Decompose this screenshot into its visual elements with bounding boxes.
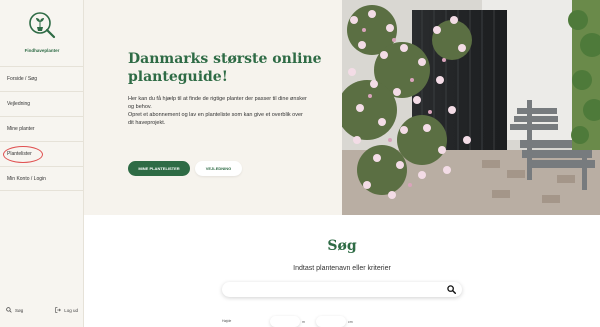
sidebar-search-label: Søg bbox=[15, 307, 24, 313]
height-filter-label: Højde bbox=[222, 319, 232, 323]
hero-title: Danmarks største online planteguide! bbox=[128, 51, 322, 85]
height-min-field[interactable] bbox=[270, 316, 300, 327]
search-title: Søg bbox=[327, 238, 357, 254]
sidebar-item-mine-planter[interactable]: Mine planter bbox=[0, 116, 84, 141]
search-icon[interactable] bbox=[447, 285, 456, 294]
height-max-field[interactable] bbox=[316, 316, 346, 327]
sidebar-item-label: Forside / Søg bbox=[7, 76, 38, 82]
logout-icon bbox=[55, 307, 62, 313]
sidebar-search-button[interactable]: Søg bbox=[6, 307, 23, 313]
sidebar-nav: Forside / Søg Vejledning Mine planter Pl… bbox=[0, 66, 84, 191]
sidebar-bottom: Søg Log ud bbox=[0, 305, 84, 317]
sidebar-item-vejledning[interactable]: Vejledning bbox=[0, 91, 84, 116]
hero-section: Danmarks største online planteguide! Her… bbox=[84, 0, 342, 215]
hero-text: Her kan du få hjælp til at finde de rigt… bbox=[128, 95, 308, 127]
sidebar-item-plantelister[interactable]: Plantelister bbox=[0, 141, 84, 166]
logo[interactable]: Findhaveplanter bbox=[0, 10, 84, 53]
sidebar: Findhaveplanter Forside / Søg Vejledning… bbox=[0, 0, 84, 327]
sidebar-item-label: Mine planter bbox=[7, 126, 35, 132]
logout-label: Log ud bbox=[64, 307, 78, 313]
sidebar-item-min-konto[interactable]: Min Konto / Login bbox=[0, 166, 84, 191]
plant-logo-icon bbox=[29, 12, 56, 39]
hero-paragraph-2: Opret et abonnement og lav en plantelist… bbox=[128, 112, 303, 126]
logo-text: Findhaveplanter bbox=[24, 48, 60, 53]
search-section: Søg Indtast plantenavn eller kriterier H… bbox=[84, 215, 600, 327]
sidebar-item-label: Min Konto / Login bbox=[7, 176, 46, 182]
filter-row: Højde m cm bbox=[222, 316, 462, 327]
highlight-ring bbox=[3, 146, 43, 163]
logout-button[interactable]: Log ud bbox=[55, 307, 78, 313]
hero-paragraph-1: Her kan du få hjælp til at finde de rigt… bbox=[128, 96, 307, 110]
search-box bbox=[222, 282, 462, 302]
search-input[interactable] bbox=[222, 286, 432, 302]
sidebar-item-forside[interactable]: Forside / Søg bbox=[0, 66, 84, 91]
vejledning-button[interactable]: VEJLEDNING bbox=[195, 161, 242, 176]
mine-plantelister-button[interactable]: MINE PLANTELISTER bbox=[128, 161, 190, 176]
search-subtitle: Indtast plantenavn eller kriterier bbox=[293, 265, 391, 272]
garden-photo-illustration bbox=[342, 0, 600, 215]
hero-photo bbox=[342, 0, 600, 215]
search-icon bbox=[6, 307, 12, 313]
height-max-unit: cm bbox=[348, 320, 353, 324]
sidebar-item-label: Vejledning bbox=[7, 101, 31, 107]
height-min-unit: m bbox=[302, 320, 305, 324]
